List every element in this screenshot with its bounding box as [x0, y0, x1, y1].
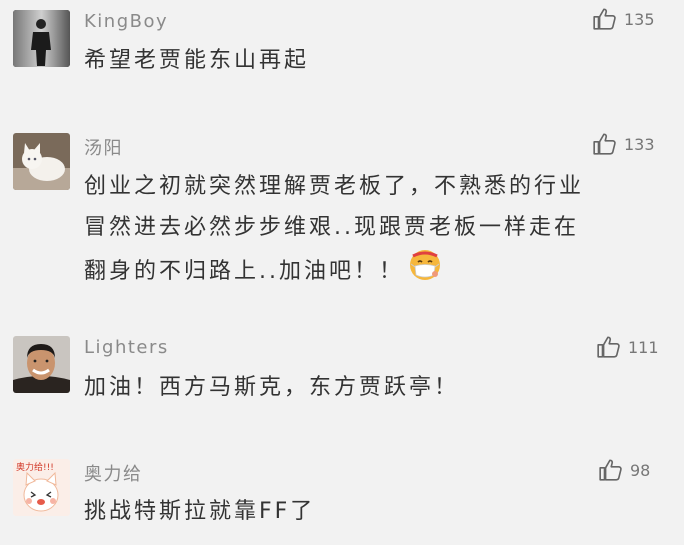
thumbs-up-icon	[593, 8, 616, 30]
comment-text-line: 希望老贾能东山再起	[84, 48, 310, 73]
comment-username[interactable]: KingBoy	[84, 11, 168, 32]
like-count: 111	[628, 337, 659, 357]
comment-username[interactable]: 奥力给	[84, 460, 143, 486]
sticker-text: 奥力给!!!	[16, 461, 54, 473]
comment-text: 加油！西方马斯克，东方贾跃亭！	[84, 367, 674, 408]
avatar[interactable]: 奥力给!!!	[13, 459, 70, 516]
comment-text: 希望老贾能东山再起	[84, 40, 674, 81]
comment-text-line: 冒然进去必然步步维艰..现跟贾老板一样走在	[84, 215, 579, 240]
man-in-suit-avatar-icon	[13, 10, 70, 67]
avatar[interactable]	[13, 336, 70, 393]
like-button[interactable]: 133	[592, 131, 655, 157]
comment-text-line: 翻身的不归路上..加油吧！！	[84, 259, 404, 284]
white-cat-avatar-icon	[13, 133, 70, 190]
comment-text-line: 挑战特斯拉就靠FF了	[84, 499, 316, 524]
thumbs-up-icon	[599, 459, 622, 481]
like-button[interactable]: 111	[596, 334, 659, 360]
comment-text-line: 创业之初就突然理解贾老板了，不熟悉的行业	[84, 174, 585, 199]
comment-text: 创业之初就突然理解贾老板了，不熟悉的行业 冒然进去必然步步维艰..现跟贾老板一样…	[84, 166, 674, 296]
comment-text-line: 加油！西方马斯克，东方贾跃亭！	[84, 375, 460, 400]
comment-username[interactable]: 汤阳	[84, 134, 123, 160]
avatar[interactable]	[13, 133, 70, 190]
thumbs-up-icon	[597, 336, 620, 358]
like-button[interactable]: 98	[598, 457, 650, 483]
avatar[interactable]	[13, 10, 70, 67]
comment-text: 挑战特斯拉就靠FF了	[84, 491, 674, 532]
comment-username[interactable]: Lighters	[84, 337, 169, 358]
like-count: 133	[624, 134, 655, 154]
face-with-medical-mask-emoji-icon	[408, 248, 442, 296]
comment-text-line: 翻身的不归路上..加油吧！！	[84, 248, 674, 296]
like-count: 135	[624, 9, 655, 29]
smiling-man-avatar-icon	[13, 336, 70, 393]
like-button[interactable]: 135	[592, 6, 655, 32]
thumbs-up-icon	[593, 133, 616, 155]
like-count: 98	[630, 460, 651, 480]
cartoon-cat-sticker-avatar-icon: 奥力给!!!	[13, 459, 70, 516]
